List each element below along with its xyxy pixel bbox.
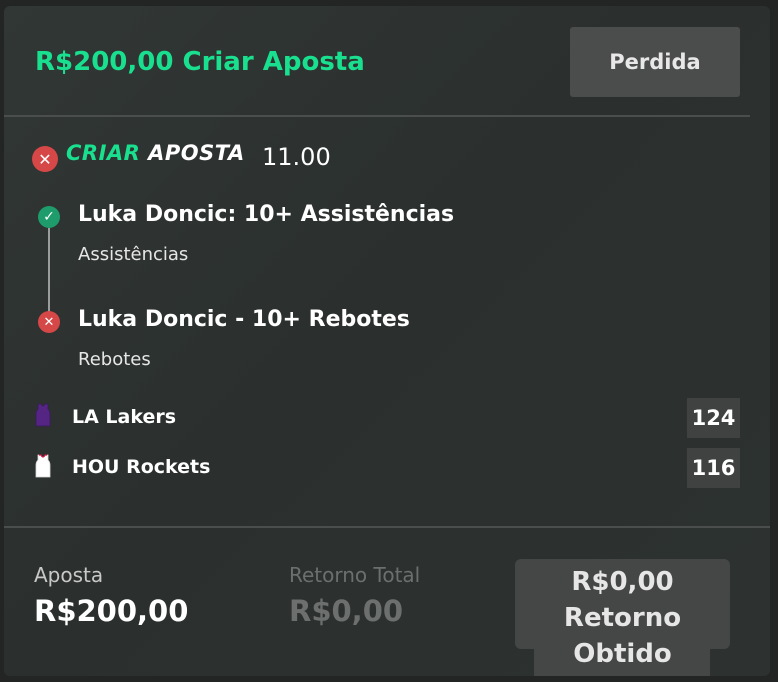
divider <box>4 115 750 117</box>
stake-value: R$200,00 <box>34 594 189 628</box>
won-check-icon: ✓ <box>38 206 60 228</box>
lost-x-icon: ✕ <box>38 311 60 333</box>
lost-x-icon: ✕ <box>32 146 58 172</box>
lakers-jersey-icon <box>35 403 51 427</box>
selection-title: Luka Doncic - 10+ Rebotes <box>78 307 410 332</box>
team-name: HOU Rockets <box>72 456 211 478</box>
returned-amount-label: Retorno <box>563 603 682 633</box>
status-badge: Perdida <box>570 27 740 97</box>
selection-connector-line <box>48 228 50 318</box>
team-score: 116 <box>687 448 740 488</box>
returned-amount-value: R$0,00 <box>571 567 674 597</box>
logo-text-aposta: APOSTA <box>148 141 245 165</box>
bet-odds: 11.00 <box>262 143 331 171</box>
logo-text-criar: CRIAR <box>66 141 141 165</box>
total-return-label: Retorno Total <box>289 563 421 587</box>
total-return-value: R$0,00 <box>289 594 404 628</box>
returned-amount-text: R$0,00 Retorno Obtido <box>515 564 730 672</box>
selection-title: Luka Doncic: 10+ Assistências <box>78 202 455 227</box>
criar-aposta-logo: CRIAR APOSTA <box>66 141 245 165</box>
returned-amount-label: Obtido <box>573 639 672 669</box>
team-name: LA Lakers <box>72 406 177 428</box>
stake-label: Aposta <box>34 563 104 587</box>
rockets-jersey-icon <box>35 454 51 478</box>
bet-title: R$200,00 Criar Aposta <box>35 47 365 77</box>
divider <box>4 526 770 528</box>
bet-card: R$200,00 Criar Aposta Perdida ✕ CRIAR AP… <box>4 6 770 676</box>
selection-market: Rebotes <box>78 349 151 370</box>
team-score: 124 <box>687 398 740 438</box>
selection-market: Assistências <box>78 244 189 265</box>
